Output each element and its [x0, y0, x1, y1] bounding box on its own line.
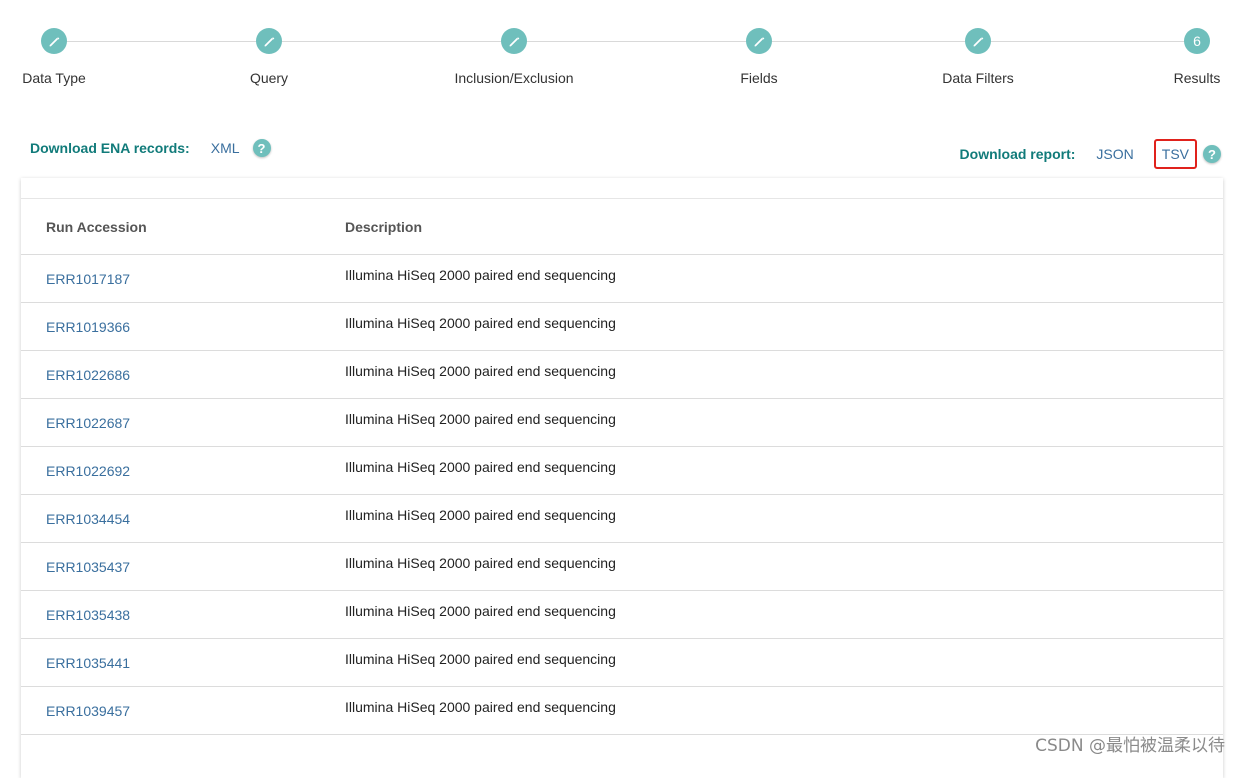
description-cell: Illumina HiSeq 2000 paired end sequencin…: [345, 350, 1223, 399]
step-label: Data Type: [22, 70, 86, 86]
results-table: Run Accession Description ERR1017187 Ill…: [21, 199, 1223, 735]
description-cell: Illumina HiSeq 2000 paired end sequencin…: [345, 686, 1223, 735]
download-json-link[interactable]: JSON: [1096, 146, 1133, 162]
description-cell: Illumina HiSeq 2000 paired end sequencin…: [345, 446, 1223, 495]
description-cell: Illumina HiSeq 2000 paired end sequencin…: [345, 590, 1223, 639]
column-header-description[interactable]: Description: [345, 199, 1223, 255]
results-card: Run Accession Description ERR1017187 Ill…: [21, 178, 1223, 778]
run-accession-link[interactable]: ERR1022692: [46, 463, 130, 479]
run-accession-link[interactable]: ERR1022686: [46, 367, 130, 383]
run-accession-link[interactable]: ERR1035441: [46, 655, 130, 671]
run-accession-link[interactable]: ERR1035437: [46, 559, 130, 575]
column-header-run-accession[interactable]: Run Accession: [21, 199, 345, 255]
step-results[interactable]: 6 Results: [1117, 28, 1239, 86]
run-accession-link[interactable]: ERR1019366: [46, 319, 130, 335]
download-records-title: Download ENA records:: [30, 140, 190, 156]
run-accession-link[interactable]: ERR1034454: [46, 511, 130, 527]
download-report-title: Download report:: [959, 146, 1076, 162]
step-fields[interactable]: Fields: [679, 28, 839, 86]
step-inclusion-exclusion[interactable]: Inclusion/Exclusion: [434, 28, 594, 86]
table-header-row: Run Accession Description: [21, 199, 1223, 255]
table-row: ERR1039457 Illumina HiSeq 2000 paired en…: [21, 686, 1223, 735]
table-row: ERR1035441 Illumina HiSeq 2000 paired en…: [21, 638, 1223, 687]
table-row: ERR1034454 Illumina HiSeq 2000 paired en…: [21, 494, 1223, 543]
table-row: ERR1035438 Illumina HiSeq 2000 paired en…: [21, 590, 1223, 639]
watermark-text: CSDN @最怕被温柔以待: [1035, 736, 1225, 756]
table-row: ERR1035437 Illumina HiSeq 2000 paired en…: [21, 542, 1223, 591]
download-records-bar: Download ENA records: XML ?: [30, 139, 271, 157]
run-accession-link[interactable]: ERR1035438: [46, 607, 130, 623]
step-number-badge[interactable]: 6: [1184, 28, 1210, 54]
description-cell: Illumina HiSeq 2000 paired end sequencin…: [345, 542, 1223, 591]
download-tsv-link[interactable]: TSV: [1162, 146, 1189, 162]
pencil-icon[interactable]: [965, 28, 991, 54]
pencil-icon[interactable]: [746, 28, 772, 54]
step-query[interactable]: Query: [189, 28, 349, 86]
help-icon[interactable]: ?: [252, 139, 271, 157]
table-row: ERR1022687 Illumina HiSeq 2000 paired en…: [21, 398, 1223, 447]
tsv-highlight-box: TSV: [1153, 139, 1197, 169]
download-report-bar: Download report: JSON TSV ?: [960, 139, 1221, 169]
step-label: Data Filters: [942, 70, 1014, 86]
step-label: Inclusion/Exclusion: [454, 70, 574, 86]
step-data-filters[interactable]: Data Filters: [898, 28, 1058, 86]
description-cell: Illumina HiSeq 2000 paired end sequencin…: [345, 638, 1223, 687]
pencil-icon[interactable]: [41, 28, 67, 54]
pencil-icon[interactable]: [256, 28, 282, 54]
card-toolbar: [21, 178, 1223, 199]
step-label: Query: [249, 70, 289, 86]
step-label: Fields: [740, 70, 778, 86]
description-cell: Illumina HiSeq 2000 paired end sequencin…: [345, 494, 1223, 543]
table-row: ERR1022686 Illumina HiSeq 2000 paired en…: [21, 350, 1223, 399]
progress-stepper: Data Type Query Inclusion/Exclusion Fiel…: [0, 0, 1239, 100]
description-cell: Illumina HiSeq 2000 paired end sequencin…: [345, 302, 1223, 351]
run-accession-link[interactable]: ERR1017187: [46, 271, 130, 287]
pencil-icon[interactable]: [501, 28, 527, 54]
step-label: Results: [1173, 70, 1221, 86]
help-icon[interactable]: ?: [1203, 145, 1221, 163]
run-accession-link[interactable]: ERR1039457: [46, 703, 130, 719]
step-data-type[interactable]: Data Type: [0, 28, 134, 86]
description-cell: Illumina HiSeq 2000 paired end sequencin…: [345, 254, 1223, 303]
table-row: ERR1017187 Illumina HiSeq 2000 paired en…: [21, 254, 1223, 303]
description-cell: Illumina HiSeq 2000 paired end sequencin…: [345, 398, 1223, 447]
download-xml-link[interactable]: XML: [211, 140, 240, 156]
table-row: ERR1019366 Illumina HiSeq 2000 paired en…: [21, 302, 1223, 351]
run-accession-link[interactable]: ERR1022687: [46, 415, 130, 431]
table-row: ERR1022692 Illumina HiSeq 2000 paired en…: [21, 446, 1223, 495]
